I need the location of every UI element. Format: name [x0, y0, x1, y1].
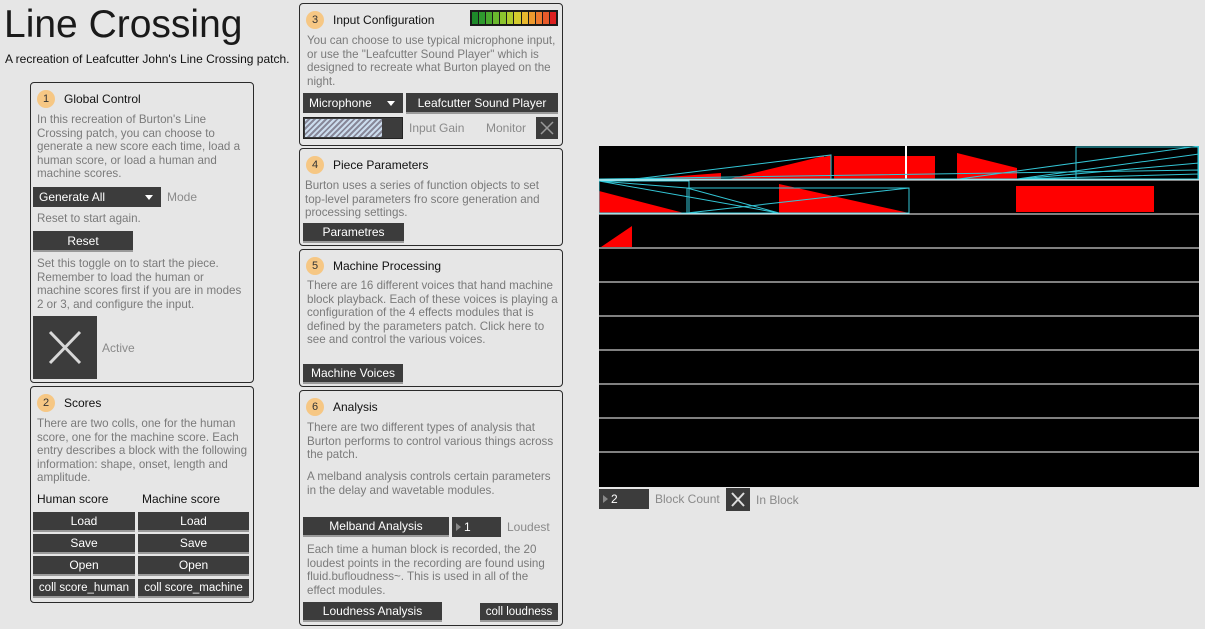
active-label: Active	[102, 341, 135, 355]
panel-title: Scores	[64, 396, 102, 410]
panel-title: Machine Processing	[333, 259, 442, 273]
input-gain-slider[interactable]	[303, 117, 403, 139]
analysis-header: 6 Analysis	[306, 397, 378, 417]
human-save-button[interactable]: Save	[33, 534, 135, 554]
score-block	[1016, 186, 1154, 212]
block-count-number[interactable]: 2	[599, 489, 649, 509]
global-control-description: In this recreation of Burton's Line Cros…	[37, 113, 241, 181]
loudest-label: Loudest	[507, 520, 550, 534]
meter-segment	[500, 12, 507, 24]
coll-loudness[interactable]: coll loudness	[480, 603, 558, 622]
close-icon	[731, 492, 745, 507]
meter-segment	[514, 12, 521, 24]
panel-title: Analysis	[333, 400, 378, 414]
input-config-description: You can choose to use typical microphone…	[307, 34, 556, 88]
number-arrow-icon	[603, 495, 608, 503]
global-control-panel: 1 Global Control In this recreation of B…	[30, 82, 254, 383]
analysis-panel: 6 Analysis There are two different types…	[299, 390, 563, 626]
coll-score-human[interactable]: coll score_human	[33, 579, 135, 598]
step-badge: 5	[306, 257, 324, 275]
step-badge: 2	[37, 394, 55, 412]
input-config-header: 3 Input Configuration	[306, 10, 434, 30]
close-icon	[540, 121, 554, 135]
score-canvas	[598, 145, 1200, 453]
toggle-hint: Set this toggle on to start the piece. R…	[37, 257, 242, 311]
page-subtitle: A recreation of Leafcutter John's Line C…	[5, 52, 290, 66]
meter-segment	[507, 12, 514, 24]
monitor-label: Monitor	[486, 121, 527, 135]
reset-button[interactable]: Reset	[33, 231, 133, 252]
panel-title: Piece Parameters	[333, 158, 429, 172]
piece-params-header: 4 Piece Parameters	[306, 155, 428, 175]
scores-panel: 2 Scores There are two colls, one for th…	[30, 386, 254, 603]
machine-processing-header: 5 Machine Processing	[306, 256, 441, 276]
meter-segment	[472, 12, 479, 24]
loudest-number[interactable]: 1	[452, 517, 501, 537]
machine-processing-description: There are 16 different voices that hand …	[307, 279, 558, 347]
step-badge: 6	[306, 398, 324, 416]
meter-segment	[486, 12, 493, 24]
scores-description: There are two colls, one for the human s…	[37, 417, 248, 485]
page-title: Line Crossing	[4, 3, 243, 46]
human-open-button[interactable]: Open	[33, 556, 135, 576]
chevron-down-icon	[145, 195, 153, 200]
in-block-toggle[interactable]	[726, 488, 750, 511]
input-gain-label: Input Gain	[409, 121, 465, 135]
meter-segment	[549, 12, 556, 24]
loudness-analysis-button[interactable]: Loudness Analysis	[303, 602, 442, 622]
loudest-value: 1	[464, 520, 471, 534]
meter-segment	[528, 12, 535, 24]
meter-segment	[542, 12, 549, 24]
machine-save-button[interactable]: Save	[138, 534, 249, 554]
analysis-description-1: There are two different types of analysi…	[307, 421, 554, 462]
meter-segment	[493, 12, 500, 24]
meter-segment	[535, 12, 542, 24]
human-score-header: Human score	[37, 492, 109, 506]
machine-processing-panel: 5 Machine Processing There are 16 differ…	[299, 249, 563, 387]
leafcutter-player-button[interactable]: Leafcutter Sound Player	[406, 93, 558, 114]
close-icon	[48, 330, 82, 365]
parametres-button[interactable]: Parametres	[303, 223, 404, 243]
monitor-toggle[interactable]	[536, 117, 558, 139]
number-arrow-icon	[456, 523, 461, 531]
score-display	[598, 145, 1200, 487]
input-gain-fill	[305, 119, 382, 137]
step-badge: 4	[306, 156, 324, 174]
mode-dropdown-value: Generate All	[39, 190, 106, 204]
source-dropdown[interactable]: Microphone	[303, 93, 403, 113]
meter-segment	[521, 12, 528, 24]
machine-load-button[interactable]: Load	[138, 512, 249, 532]
analysis-description-3: Each time a human block is recorded, the…	[307, 543, 545, 597]
piece-params-description: Burton uses a series of function objects…	[305, 179, 540, 220]
melband-analysis-button[interactable]: Melband Analysis	[303, 517, 449, 537]
panel-title: Input Configuration	[333, 13, 435, 27]
lane-dividers	[599, 179, 1199, 453]
human-load-button[interactable]: Load	[33, 512, 135, 532]
machine-open-button[interactable]: Open	[138, 556, 249, 576]
analysis-description-2: A melband analysis controls certain para…	[307, 470, 551, 497]
active-toggle[interactable]	[33, 316, 97, 379]
panel-title: Global Control	[64, 92, 141, 106]
level-meter	[470, 10, 558, 26]
step-badge: 1	[37, 90, 55, 108]
block-count-label: Block Count	[655, 492, 720, 506]
reset-hint: Reset to start again.	[37, 212, 141, 225]
machine-voices-button[interactable]: Machine Voices	[303, 364, 403, 384]
mode-dropdown[interactable]: Generate All	[33, 187, 161, 207]
machine-score-header: Machine score	[142, 492, 221, 506]
chevron-down-icon	[387, 101, 395, 106]
score-block	[601, 226, 632, 247]
input-config-panel: 3 Input Configuration You can choose to …	[299, 3, 563, 146]
meter-segment	[479, 12, 486, 24]
coll-score-machine[interactable]: coll score_machine	[138, 579, 249, 598]
in-block-label: In Block	[756, 493, 799, 507]
source-dropdown-value: Microphone	[309, 96, 372, 110]
step-badge: 3	[306, 11, 324, 29]
scores-header: 2 Scores	[37, 393, 101, 413]
mode-label: Mode	[167, 190, 198, 204]
piece-params-panel: 4 Piece Parameters Burton uses a series …	[299, 148, 563, 246]
block-count-value: 2	[611, 492, 618, 506]
global-control-header: 1 Global Control	[37, 89, 141, 109]
